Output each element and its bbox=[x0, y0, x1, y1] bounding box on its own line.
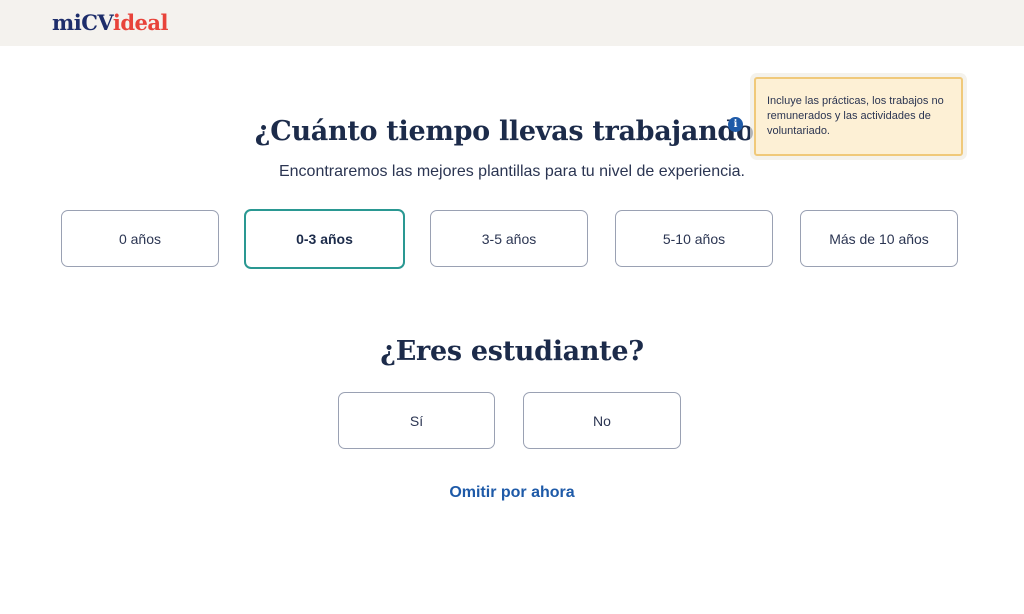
experience-subtitle: Encontraremos las mejores plantillas par… bbox=[278, 163, 745, 180]
student-no-button[interactable]: No bbox=[523, 392, 681, 449]
option-3-5-years[interactable]: 3-5 años bbox=[430, 210, 588, 267]
experience-tooltip: Incluye las prácticas, los trabajos no r… bbox=[754, 77, 963, 156]
option-5-10-years[interactable]: 5-10 años bbox=[615, 210, 773, 267]
micvideal-logo[interactable]: miCVideal bbox=[52, 10, 168, 35]
info-icon[interactable]: i bbox=[728, 117, 743, 132]
student-question-title: ¿Eres estudiante? bbox=[380, 336, 644, 367]
option-0-years[interactable]: 0 años bbox=[61, 210, 219, 267]
skip-link[interactable]: Omitir por ahora bbox=[0, 484, 1024, 502]
option-more-than-10-years[interactable]: Más de 10 años bbox=[800, 210, 958, 267]
option-0-3-years[interactable]: 0-3 años bbox=[244, 209, 405, 269]
top-bar: miCVideal bbox=[0, 0, 1024, 46]
student-yes-button[interactable]: Sí bbox=[338, 392, 495, 449]
